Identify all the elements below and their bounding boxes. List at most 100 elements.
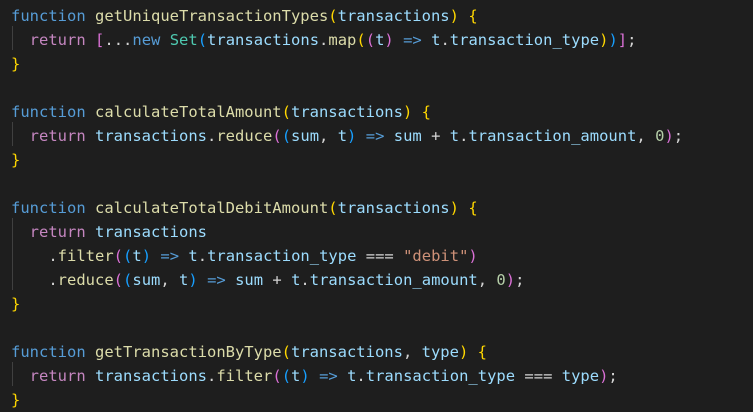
- code-token: (: [365, 31, 376, 49]
- code-token: ===: [515, 367, 562, 385]
- code-token: (: [113, 247, 124, 265]
- code-token: getTransactionByType: [95, 343, 282, 361]
- code-token: type: [561, 367, 600, 385]
- code-token: transactions: [290, 103, 403, 121]
- code-token: sum: [235, 271, 264, 289]
- code-token: ): [458, 343, 469, 361]
- code-token: transaction_amount: [309, 271, 478, 289]
- code-token: return: [29, 223, 86, 241]
- code-token: ): [402, 103, 413, 121]
- code-token: ,: [402, 343, 422, 361]
- code-token: =>: [160, 247, 180, 265]
- code-token: ): [449, 199, 459, 217]
- code-token: (: [281, 127, 292, 145]
- code-token: ;: [627, 31, 637, 49]
- code-token: ): [505, 271, 516, 289]
- code-token: ...: [104, 31, 133, 49]
- code-token: }: [11, 151, 21, 169]
- code-token: transaction_type: [207, 247, 357, 265]
- code-token: filter: [216, 367, 273, 385]
- code-token: calculateTotalAmount: [95, 103, 282, 121]
- code-line: function getTransactionByType(transactio…: [11, 340, 487, 364]
- code-token: map: [328, 31, 357, 49]
- code-token: t: [188, 247, 198, 265]
- code-token: (: [197, 31, 208, 49]
- code-token: ): [188, 271, 198, 289]
- code-token: .: [300, 271, 310, 289]
- code-token: new: [132, 31, 161, 49]
- code-token: calculateTotalDebitAmount: [95, 199, 329, 217]
- code-token: (: [328, 199, 338, 217]
- code-token: .: [11, 247, 58, 265]
- code-token: sum: [393, 127, 422, 145]
- code-token: type: [421, 343, 459, 361]
- code-token: (: [123, 247, 133, 265]
- code-line: }: [11, 388, 20, 412]
- code-token: ): [664, 127, 674, 145]
- code-token: .: [207, 367, 217, 385]
- code-token: t: [132, 247, 142, 265]
- code-token: transaction_type: [449, 31, 600, 49]
- code-token: "debit": [403, 247, 469, 265]
- code-token: sum: [132, 271, 161, 289]
- code-token: }: [11, 55, 21, 73]
- code-token: +: [263, 271, 292, 289]
- code-token: 0: [496, 271, 506, 289]
- code-token: {: [468, 199, 478, 217]
- code-token: ,: [319, 127, 338, 145]
- code-line: return transactions.filter((t) => t.tran…: [11, 364, 618, 388]
- code-line: return transactions: [11, 220, 207, 244]
- code-token: reduce: [57, 271, 114, 289]
- code-line: return transactions.reduce((sum, t) => s…: [11, 124, 683, 148]
- code-token: t: [375, 31, 385, 49]
- code-token: (: [272, 127, 282, 145]
- code-line: }: [11, 292, 20, 316]
- code-token: filter: [57, 247, 114, 265]
- code-token: ;: [608, 367, 618, 385]
- code-token: ,: [160, 271, 180, 289]
- code-token: (: [281, 103, 291, 121]
- code-token: ): [468, 247, 478, 265]
- code-token: (: [328, 7, 338, 25]
- code-line: .filter((t) => t.transaction_type === "d…: [11, 244, 478, 268]
- code-line: function getUniqueTransactionTypes(trans…: [11, 4, 478, 28]
- code-line: function calculateTotalDebitAmount(trans…: [11, 196, 478, 220]
- code-token: ;: [673, 127, 684, 145]
- code-token: +: [421, 127, 450, 145]
- code-token: ;: [515, 271, 525, 289]
- code-token: ]: [617, 31, 628, 49]
- code-token: reduce: [216, 127, 273, 145]
- code-token: transactions: [337, 7, 450, 25]
- code-token: .: [440, 31, 450, 49]
- code-token: return: [29, 367, 86, 385]
- code-token: function: [11, 343, 86, 361]
- code-token: transaction_amount: [468, 127, 637, 145]
- code-token: {: [468, 7, 478, 25]
- code-token: (: [356, 31, 366, 49]
- code-token: [: [95, 31, 105, 49]
- code-line: }: [11, 148, 20, 172]
- code-line: function calculateTotalAmount(transactio…: [11, 100, 431, 124]
- code-editor[interactable]: function getUniqueTransactionTypes(trans…: [0, 0, 753, 409]
- code-token: return: [29, 31, 86, 49]
- code-token: ): [347, 127, 357, 145]
